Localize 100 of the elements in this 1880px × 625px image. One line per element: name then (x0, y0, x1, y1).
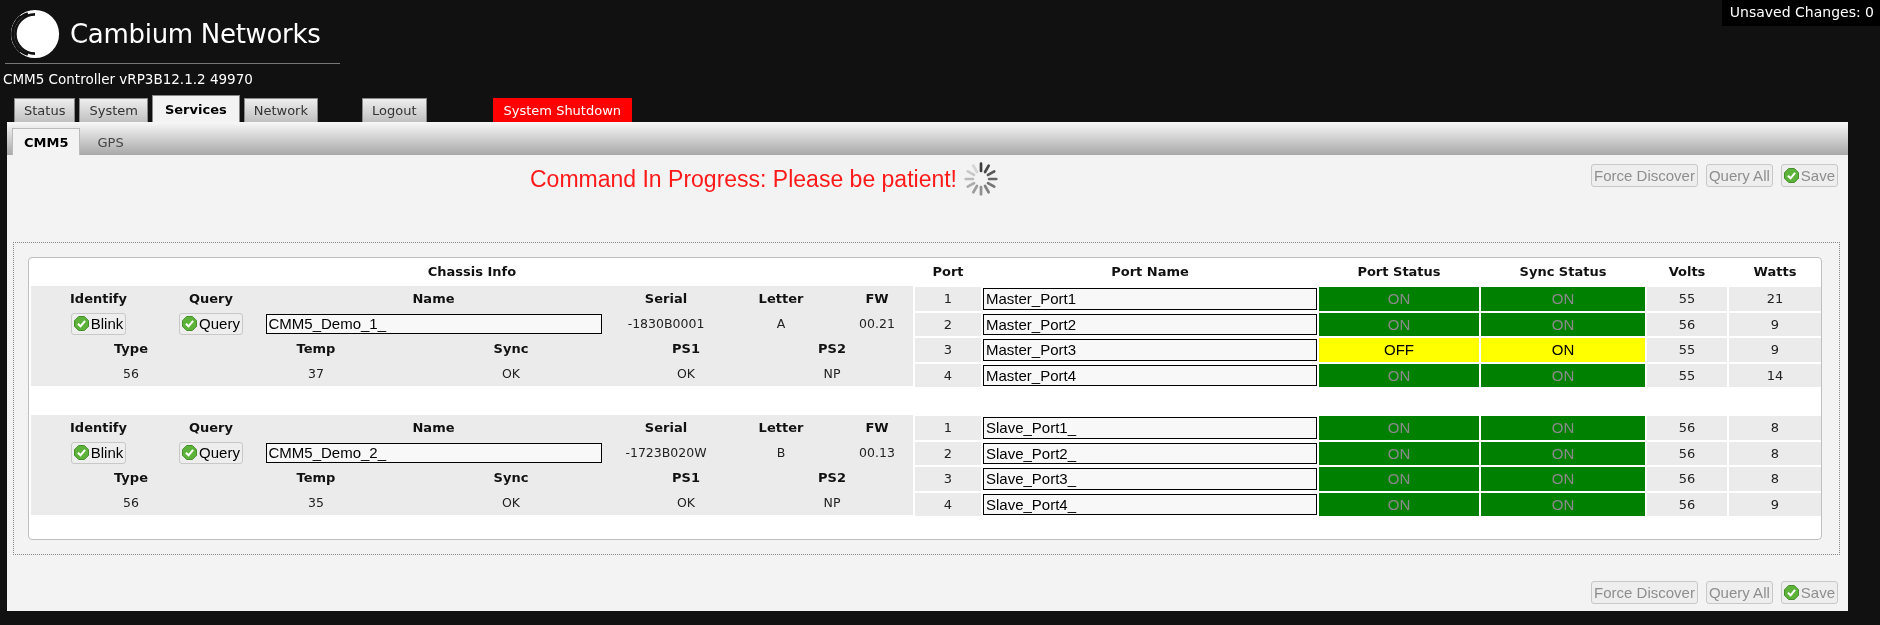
field-label: Type (114, 341, 148, 356)
logo-icon (10, 9, 60, 59)
watts-value: 9 (1729, 312, 1821, 336)
check-icon (1783, 168, 1799, 183)
watts-value: 8 (1729, 467, 1821, 491)
port-status: ON (1319, 467, 1479, 491)
field-label: FW (865, 291, 889, 306)
port-number: 2 (915, 312, 981, 336)
watts-value: 21 (1729, 287, 1821, 311)
port-name-field[interactable]: Master_Port2 (983, 313, 1317, 335)
field-label: Identify (70, 291, 127, 306)
volts-value: 55 (1647, 363, 1727, 387)
column-header: Sync Status (1518, 263, 1608, 281)
sync-status: ON (1481, 338, 1645, 362)
volts-value: 55 (1647, 338, 1727, 362)
sync-status: ON (1481, 441, 1645, 465)
query-button[interactable]: Query (179, 312, 243, 335)
field-label: Temp (296, 470, 336, 485)
port-number: 3 (915, 467, 981, 491)
column-header: Watts (1752, 263, 1798, 281)
sync-status: ON (1481, 416, 1645, 440)
field-label: Letter (758, 291, 804, 306)
brand-name: Cambium Networks (70, 19, 321, 49)
field-label: PS1 (672, 470, 700, 485)
field-label: Sync (493, 341, 529, 356)
check-icon (1783, 585, 1799, 600)
nav-tab[interactable]: System (79, 98, 148, 122)
field-label: Name (412, 420, 455, 435)
volts-value: 56 (1647, 312, 1727, 336)
column-header: Port Status (1356, 263, 1442, 281)
nav-tab[interactable]: Status (14, 98, 76, 122)
port-name-field[interactable]: Master_Port4 (983, 364, 1317, 386)
field-value: -1830B0001 (627, 316, 705, 331)
field-label: Name (412, 291, 455, 306)
port-status: ON (1319, 312, 1479, 336)
check-icon (73, 316, 89, 331)
nav-tab[interactable]: Network (243, 98, 318, 122)
port-status: ON (1319, 287, 1479, 311)
sub-tab[interactable]: GPS (86, 129, 135, 155)
field-label: Temp (296, 341, 336, 356)
column-header: Volts (1667, 263, 1707, 281)
progress-message: Command In Progress: Please be patient! (530, 165, 957, 193)
field-label: Query (189, 420, 233, 435)
column-header: Chassis Info (426, 263, 518, 281)
field-value: OK (676, 495, 695, 510)
field-label: PS2 (818, 341, 846, 356)
volts-value: 56 (1647, 492, 1727, 516)
query-button[interactable]: Query (179, 441, 243, 464)
controller-version: CMM5 Controller vRP3B12.1.2 49970 (3, 71, 254, 89)
field-value: 35 (308, 495, 324, 510)
port-status: ON (1319, 363, 1479, 387)
sync-status: ON (1481, 287, 1645, 311)
port-name-field[interactable]: Slave_Port1_ (983, 417, 1317, 439)
check-icon (73, 445, 89, 460)
column-header: Port Name (1110, 263, 1190, 281)
port-number: 2 (915, 441, 981, 465)
field-label: Letter (758, 420, 804, 435)
port-number: 1 (915, 416, 981, 440)
shutdown-button[interactable]: System Shutdown (492, 98, 633, 122)
port-name-field[interactable]: Slave_Port2_ (983, 442, 1317, 464)
sub-tab[interactable]: CMM5 (12, 128, 81, 155)
chassis-name-field[interactable]: CMM5_Demo_2_ (265, 442, 602, 463)
port-number: 4 (915, 363, 981, 387)
field-value: NP (823, 366, 841, 381)
field-label: Serial (644, 420, 688, 435)
field-value: 37 (308, 366, 324, 381)
field-label: Serial (644, 291, 688, 306)
spinner-icon (963, 161, 999, 197)
volts-value: 56 (1647, 467, 1727, 491)
field-value: 00.21 (859, 316, 895, 331)
sync-status: ON (1481, 312, 1645, 336)
port-name-field[interactable]: Slave_Port4_ (983, 493, 1317, 515)
watts-value: 14 (1729, 363, 1821, 387)
nav-tab[interactable]: Services (151, 95, 240, 122)
watts-value: 9 (1729, 338, 1821, 362)
field-value: OK (676, 366, 695, 381)
chassis-name-field[interactable]: CMM5_Demo_1_ (265, 313, 602, 334)
port-name-field[interactable]: Master_Port1 (983, 288, 1317, 310)
field-value: A (776, 316, 786, 331)
check-icon (182, 316, 198, 331)
port-name-field[interactable]: Slave_Port3_ (983, 468, 1317, 490)
watts-value: 8 (1729, 441, 1821, 465)
volts-value: 56 (1647, 416, 1727, 440)
logout-button[interactable]: Logout (362, 98, 427, 122)
blink-button[interactable]: Blink (70, 441, 127, 464)
port-status: ON (1319, 416, 1479, 440)
watts-value: 8 (1729, 416, 1821, 440)
field-label: PS1 (672, 341, 700, 356)
field-label: Type (114, 470, 148, 485)
port-number: 1 (915, 287, 981, 311)
field-value: -1723B020W (625, 445, 707, 460)
field-value: B (776, 445, 786, 460)
sync-status: ON (1481, 467, 1645, 491)
blink-button[interactable]: Blink (70, 312, 127, 335)
field-value: 56 (123, 366, 139, 381)
field-value: OK (501, 366, 520, 381)
port-status: OFF (1319, 338, 1479, 362)
column-header: Port (931, 263, 965, 281)
field-value: NP (823, 495, 841, 510)
port-name-field[interactable]: Master_Port3 (983, 339, 1317, 361)
